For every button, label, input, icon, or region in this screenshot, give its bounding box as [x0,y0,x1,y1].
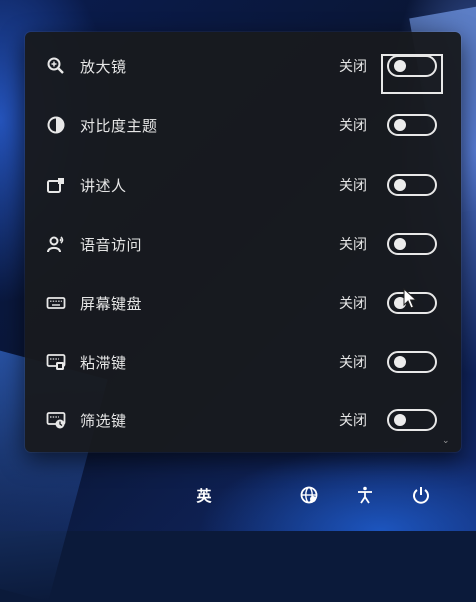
narrator-toggle[interactable] [387,174,437,196]
voice-access-label: 语音访问 [80,235,143,254]
voice-access-toggle[interactable] [387,233,437,255]
narrator-label: 讲述人 [80,176,127,195]
on-screen-keyboard-row[interactable]: 屏幕键盘 关闭 [25,274,461,332]
voice-access-icon [45,233,67,255]
contrast-theme-label: 对比度主题 [80,116,158,135]
keyboard-focus-ring [381,54,443,94]
narrator-row[interactable]: 讲述人 关闭 [25,156,461,214]
contrast-theme-row[interactable]: 对比度主题 关闭 [25,96,461,154]
sticky-keys-label: 粘滞键 [80,353,127,372]
network-globe-icon[interactable] [296,482,322,508]
on-screen-keyboard-state: 关闭 [339,296,367,312]
accessibility-icon[interactable] [352,482,378,508]
on-screen-keyboard-label: 屏幕键盘 [80,294,143,313]
magnifier-icon [45,55,67,77]
contrast-icon [45,114,67,136]
filter-keys-state: 关闭 [339,413,367,429]
toggle-knob [394,238,406,250]
sticky-keys-toggle[interactable] [387,351,437,373]
voice-access-row[interactable]: 语音访问 关闭 [25,215,461,273]
contrast-theme-toggle[interactable] [387,114,437,136]
magnifier-label: 放大镜 [80,57,127,76]
input-method-indicator[interactable]: 英 [190,482,218,508]
magnifier-state: 关闭 [339,59,367,75]
contrast-theme-state: 关闭 [339,118,367,134]
filter-keys-toggle[interactable] [387,409,437,431]
mouse-cursor-icon [403,288,418,309]
accessibility-flyout: 放大镜 关闭 对比度主题 关闭 讲述人 关闭 语音访问 关闭 屏幕键盘 关闭 粘… [25,32,461,452]
power-icon[interactable] [408,482,434,508]
sticky-keys-row[interactable]: 粘滞键 关闭 [25,333,461,391]
narrator-icon [45,174,67,196]
scroll-down-arrow-icon[interactable]: ⌄ [442,436,450,446]
toggle-knob [394,414,406,426]
narrator-state: 关闭 [339,178,367,194]
keyboard-icon [45,292,67,314]
sticky-keys-icon [45,351,67,373]
toggle-knob [394,119,406,131]
filter-keys-icon [45,409,67,431]
toggle-knob [394,356,406,368]
sticky-keys-state: 关闭 [339,355,367,371]
filter-keys-row[interactable]: 筛选键 关闭 [25,391,461,449]
filter-keys-label: 筛选键 [80,411,127,430]
voice-access-state: 关闭 [339,237,367,253]
toggle-knob [394,179,406,191]
